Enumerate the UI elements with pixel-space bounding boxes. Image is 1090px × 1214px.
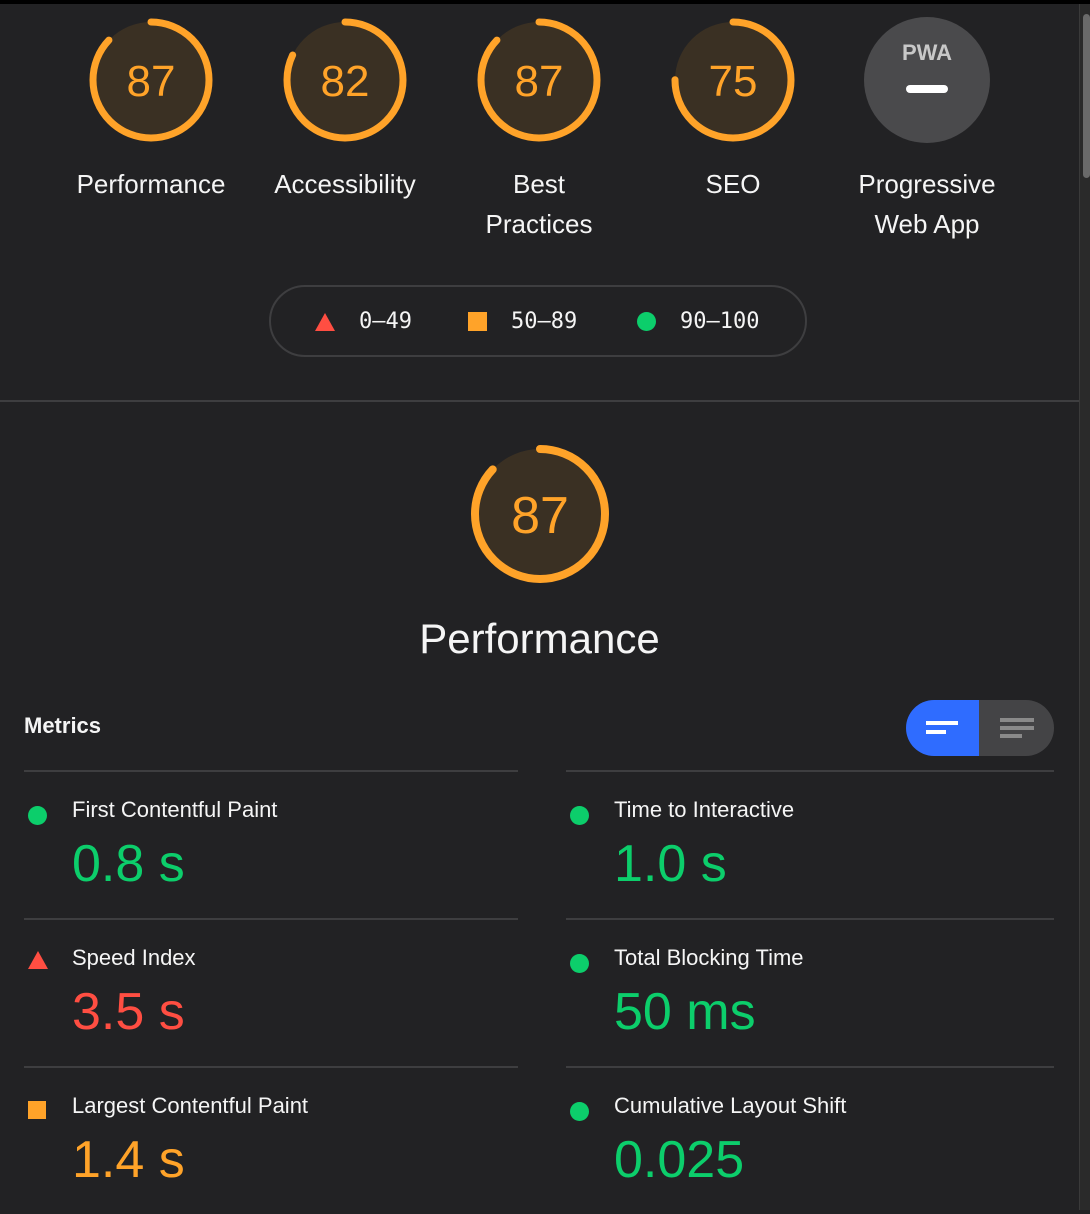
metric-divider: [566, 918, 1054, 920]
metric-time-to-interactive: Time to Interactive 1.0 s: [566, 770, 1054, 918]
metric-value: 1.0 s: [614, 835, 727, 893]
category-gauges: 87 Performance 82 Accessibility 87 Best …: [0, 14, 1080, 254]
score-ring: 75: [671, 18, 795, 142]
pwa-badge-text: PWA: [902, 40, 952, 65]
top-band: [0, 0, 1090, 4]
gauge-label: SEO: [705, 169, 761, 199]
metric-cumulative-layout-shift: Cumulative Layout Shift 0.025: [566, 1066, 1054, 1214]
gauge-label: Best Practices: [485, 169, 593, 239]
section-title: Performance: [419, 615, 660, 662]
expanded-list-icon: [999, 716, 1034, 740]
gauge-label: Performance: [76, 169, 226, 199]
metric-total-blocking-time: Total Blocking Time 50 ms: [566, 918, 1054, 1066]
metric-value: 50 ms: [614, 983, 756, 1041]
metric-divider: [24, 770, 518, 772]
gauge-score: 87: [511, 487, 569, 545]
legend-item-average: 50–89: [468, 309, 577, 334]
gauge-score: 87: [515, 57, 564, 106]
metric-name: Total Blocking Time: [614, 945, 804, 970]
pass-circle-icon: [570, 806, 589, 825]
metric-value: 0.025: [614, 1131, 745, 1189]
fail-triangle-icon: [28, 951, 48, 969]
gauge-score: 75: [709, 57, 758, 106]
scrollbar-thumb[interactable]: [1083, 14, 1090, 178]
gauge-score: 87: [127, 57, 176, 106]
triangle-icon: [315, 312, 335, 331]
average-square-icon: [28, 1101, 46, 1119]
metric-name: Speed Index: [72, 945, 196, 970]
metric-name: Time to Interactive: [614, 797, 795, 822]
metric-speed-index: Speed Index 3.5 s: [24, 918, 518, 1066]
legend-range: 50–89: [511, 309, 578, 334]
expanded-view-button[interactable]: [979, 700, 1054, 756]
gauge-pwa[interactable]: PWA Progressive Web App: [842, 14, 1012, 244]
metric-name: Largest Contentful Paint: [72, 1093, 309, 1118]
score-ring: 87: [89, 18, 213, 142]
metric-value: 3.5 s: [72, 983, 185, 1041]
legend-range: 90–100: [680, 309, 760, 334]
metric-name: Cumulative Layout Shift: [614, 1093, 847, 1118]
circle-icon: [637, 312, 656, 331]
gauge-score: 82: [321, 57, 370, 106]
scrollbar-track[interactable]: [1079, 4, 1090, 1210]
score-scale-legend: 0–49 50–89 90–100: [269, 285, 807, 357]
gauge-label: Progressive Web App: [858, 169, 996, 239]
pass-circle-icon: [570, 954, 589, 973]
score-ring: 82: [283, 18, 407, 142]
section-divider: [0, 400, 1079, 402]
square-icon: [468, 312, 487, 331]
compact-view-button[interactable]: [906, 700, 979, 756]
performance-gauge: 87: [467, 441, 613, 592]
metrics-heading: Metrics: [24, 713, 102, 738]
pwa-badge: PWA: [864, 17, 990, 143]
legend-item-fail: 0–49: [315, 309, 412, 334]
gauge-seo[interactable]: 75 SEO: [648, 14, 818, 204]
score-ring: 87: [471, 445, 609, 583]
pass-circle-icon: [570, 1102, 589, 1121]
gauge-label: Accessibility: [274, 169, 416, 199]
metric-divider: [566, 770, 1054, 772]
metric-first-contentful-paint: First Contentful Paint 0.8 s: [24, 770, 518, 918]
dash-icon: [906, 85, 948, 93]
metric-divider: [24, 918, 518, 920]
pass-circle-icon: [28, 806, 47, 825]
metric-divider: [566, 1066, 1054, 1068]
legend-range: 0–49: [359, 309, 412, 334]
gauge-best-practices[interactable]: 87 Best Practices: [454, 14, 624, 244]
metrics-view-toggle[interactable]: [906, 700, 1054, 756]
metric-largest-contentful-paint: Largest Contentful Paint 1.4 s: [24, 1066, 518, 1214]
metric-value: 0.8 s: [72, 835, 185, 893]
score-ring: 87: [477, 18, 601, 142]
gauge-performance[interactable]: 87 Performance: [66, 14, 236, 204]
metric-divider: [24, 1066, 518, 1068]
metric-value: 1.4 s: [72, 1131, 185, 1189]
gauge-accessibility[interactable]: 82 Accessibility: [260, 14, 430, 204]
legend-item-pass: 90–100: [637, 309, 759, 334]
compact-list-icon: [925, 716, 960, 740]
metric-name: First Contentful Paint: [72, 797, 278, 822]
